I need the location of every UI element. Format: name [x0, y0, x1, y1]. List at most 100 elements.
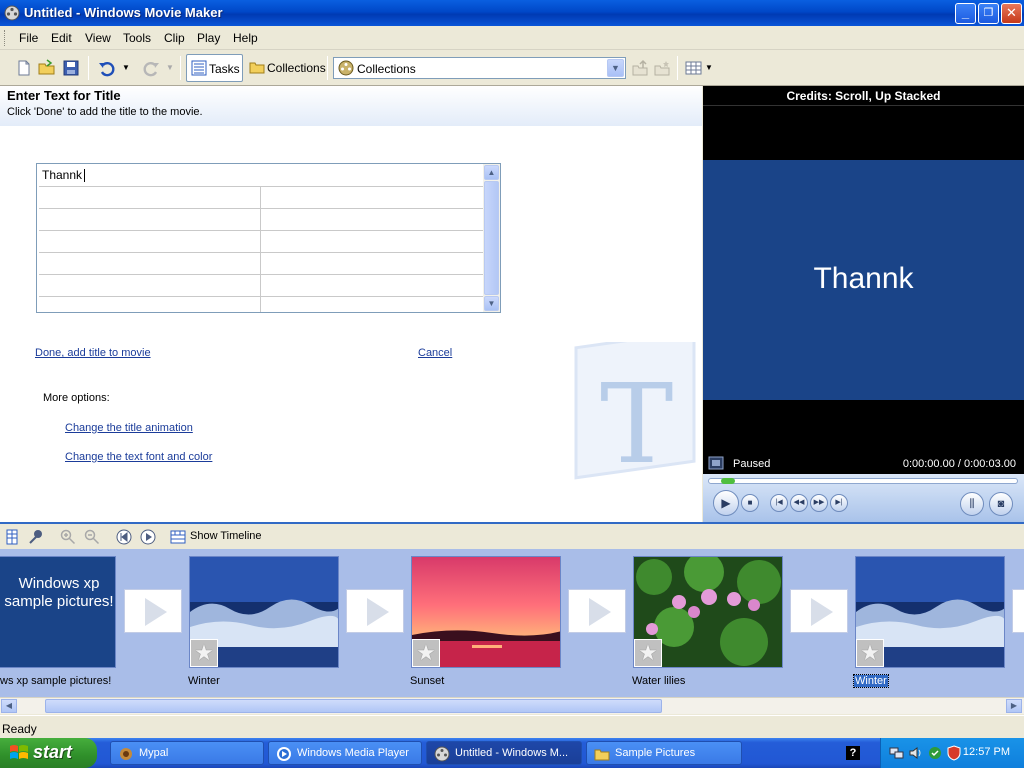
- storyboard-clip-water-lilies[interactable]: ★: [633, 556, 783, 668]
- toolbar-separator: [88, 56, 89, 80]
- narrate-microphone-icon[interactable]: [28, 529, 44, 545]
- storyboard-clip-title[interactable]: Windows xp sample pictures!: [0, 556, 116, 668]
- collections-button[interactable]: Collections: [247, 54, 326, 82]
- volume-icon[interactable]: [908, 745, 924, 761]
- forward-button[interactable]: ▶▶: [810, 494, 828, 512]
- taskbar-item-sample-pictures[interactable]: Sample Pictures: [586, 741, 742, 765]
- title-text-input[interactable]: Thannk ▲ ▼: [36, 163, 501, 313]
- star-icon: ★: [856, 639, 884, 667]
- open-project-icon[interactable]: [38, 59, 56, 77]
- scroll-down-icon[interactable]: ▼: [484, 296, 499, 311]
- storyboard-view-icon[interactable]: [4, 529, 20, 545]
- shield-icon[interactable]: [946, 745, 962, 761]
- clip-label: Winter: [188, 675, 220, 687]
- network-icon[interactable]: [889, 745, 905, 761]
- menu-view[interactable]: View: [85, 31, 111, 45]
- storyboard-toolbar: Show Timeline: [0, 522, 1024, 549]
- mypal-icon: [120, 748, 132, 760]
- task-pane-header: Enter Text for Title Click 'Done' to add…: [0, 86, 702, 126]
- toolbar-separator: [180, 56, 181, 80]
- maximize-button[interactable]: ❐: [978, 3, 999, 24]
- storyboard-scrollbar[interactable]: ◀ ▶: [0, 697, 1024, 714]
- menu-help[interactable]: Help: [233, 31, 258, 45]
- scroll-up-icon[interactable]: ▲: [484, 165, 499, 180]
- menu-tools[interactable]: Tools: [123, 31, 151, 45]
- scroll-right-icon[interactable]: ▶: [1006, 699, 1022, 713]
- storyboard-clip-winter-selected[interactable]: ★: [855, 556, 1005, 668]
- seek-bar[interactable]: [708, 478, 1018, 484]
- page-title: Enter Text for Title: [7, 88, 121, 103]
- monitor-icon: [708, 456, 724, 470]
- scroll-thumb[interactable]: [484, 181, 499, 295]
- play-storyboard-icon[interactable]: [140, 529, 156, 545]
- playback-controls: ▶ ■ |◀ ◀◀ ▶▶ ▶| ⫼ ◙: [703, 474, 1024, 522]
- tasks-button[interactable]: Tasks: [186, 54, 243, 82]
- new-project-icon[interactable]: [15, 59, 33, 77]
- start-button[interactable]: start: [0, 738, 97, 768]
- folder-icon: [594, 749, 610, 761]
- take-picture-button[interactable]: ◙: [989, 492, 1013, 516]
- security-icon[interactable]: [927, 745, 943, 761]
- save-project-icon[interactable]: [62, 59, 80, 77]
- play-button[interactable]: ▶: [713, 490, 739, 516]
- chevron-down-icon[interactable]: ▼: [607, 59, 624, 77]
- timeline-icon[interactable]: [170, 529, 186, 545]
- views-dropdown-arrow-icon[interactable]: ▼: [705, 63, 713, 72]
- redo-dropdown-arrow-icon: ▼: [166, 63, 174, 72]
- change-animation-link[interactable]: Change the title animation: [65, 422, 193, 434]
- taskbar-item-movie-maker[interactable]: Untitled - Windows M...: [426, 741, 582, 765]
- stop-button[interactable]: ■: [741, 494, 759, 512]
- minimize-button[interactable]: _: [955, 3, 976, 24]
- help-question-icon[interactable]: ?: [846, 746, 860, 760]
- undo-icon[interactable]: [98, 59, 116, 77]
- forward-icon: ▶▶: [813, 499, 825, 506]
- seek-thumb[interactable]: [720, 478, 735, 484]
- svg-text:T: T: [600, 360, 673, 488]
- star-icon: ★: [412, 639, 440, 667]
- storyboard-clip-winter[interactable]: ★: [189, 556, 339, 668]
- change-font-color-link[interactable]: Change the text font and color: [65, 451, 212, 463]
- transition-slot[interactable]: [1012, 589, 1024, 633]
- menu-play[interactable]: Play: [197, 31, 220, 45]
- taskbar-item-label: Untitled - Windows M...: [455, 747, 569, 759]
- split-clip-button[interactable]: ⫼: [960, 492, 984, 516]
- status-text: Ready: [2, 722, 37, 736]
- menu-bar: File Edit View Tools Clip Play Help: [0, 26, 1024, 50]
- film-reel-icon: [338, 60, 354, 76]
- star-icon: ★: [190, 639, 218, 667]
- views-icon[interactable]: [685, 59, 703, 77]
- scroll-thumb[interactable]: [45, 699, 662, 713]
- grid-line: [39, 208, 483, 209]
- text-scrollbar[interactable]: ▲ ▼: [483, 164, 500, 312]
- undo-dropdown-arrow-icon[interactable]: ▼: [122, 63, 130, 72]
- menu-edit[interactable]: Edit: [51, 31, 72, 45]
- previous-frame-button[interactable]: |◀: [770, 494, 788, 512]
- collections-dropdown[interactable]: Collections ▼: [333, 57, 626, 79]
- text-caret: [84, 169, 86, 183]
- rewind-storyboard-icon[interactable]: [116, 529, 132, 545]
- done-add-title-link[interactable]: Done, add title to movie: [35, 347, 151, 359]
- storyboard-clip-sunset[interactable]: ★: [411, 556, 561, 668]
- close-button[interactable]: ✕: [1001, 3, 1022, 24]
- transition-slot[interactable]: [568, 589, 626, 633]
- transition-slot[interactable]: [346, 589, 404, 633]
- play-icon: ▶: [721, 496, 731, 510]
- storyboard: Windows xp sample pictures! ws xp sample…: [0, 549, 1024, 697]
- menu-clip[interactable]: Clip: [164, 31, 185, 45]
- transition-slot[interactable]: [790, 589, 848, 633]
- cancel-link[interactable]: Cancel: [418, 347, 452, 359]
- status-bar: Ready: [0, 715, 1024, 738]
- redo-icon[interactable]: [142, 59, 160, 77]
- grid-line: [39, 230, 483, 231]
- zoom-out-icon: [84, 529, 100, 545]
- clip-label-selected[interactable]: Winter: [853, 674, 889, 688]
- rewind-button[interactable]: ◀◀: [790, 494, 808, 512]
- transition-slot[interactable]: [124, 589, 182, 633]
- show-timeline-button[interactable]: Show Timeline: [190, 530, 262, 542]
- taskbar-item-windows-media-player[interactable]: Windows Media Player: [268, 741, 422, 765]
- menu-file[interactable]: File: [19, 31, 38, 45]
- next-frame-button[interactable]: ▶|: [830, 494, 848, 512]
- clip-label: Sunset: [410, 675, 445, 687]
- scroll-left-icon[interactable]: ◀: [1, 699, 17, 713]
- taskbar-item-mypal[interactable]: Mypal: [110, 741, 264, 765]
